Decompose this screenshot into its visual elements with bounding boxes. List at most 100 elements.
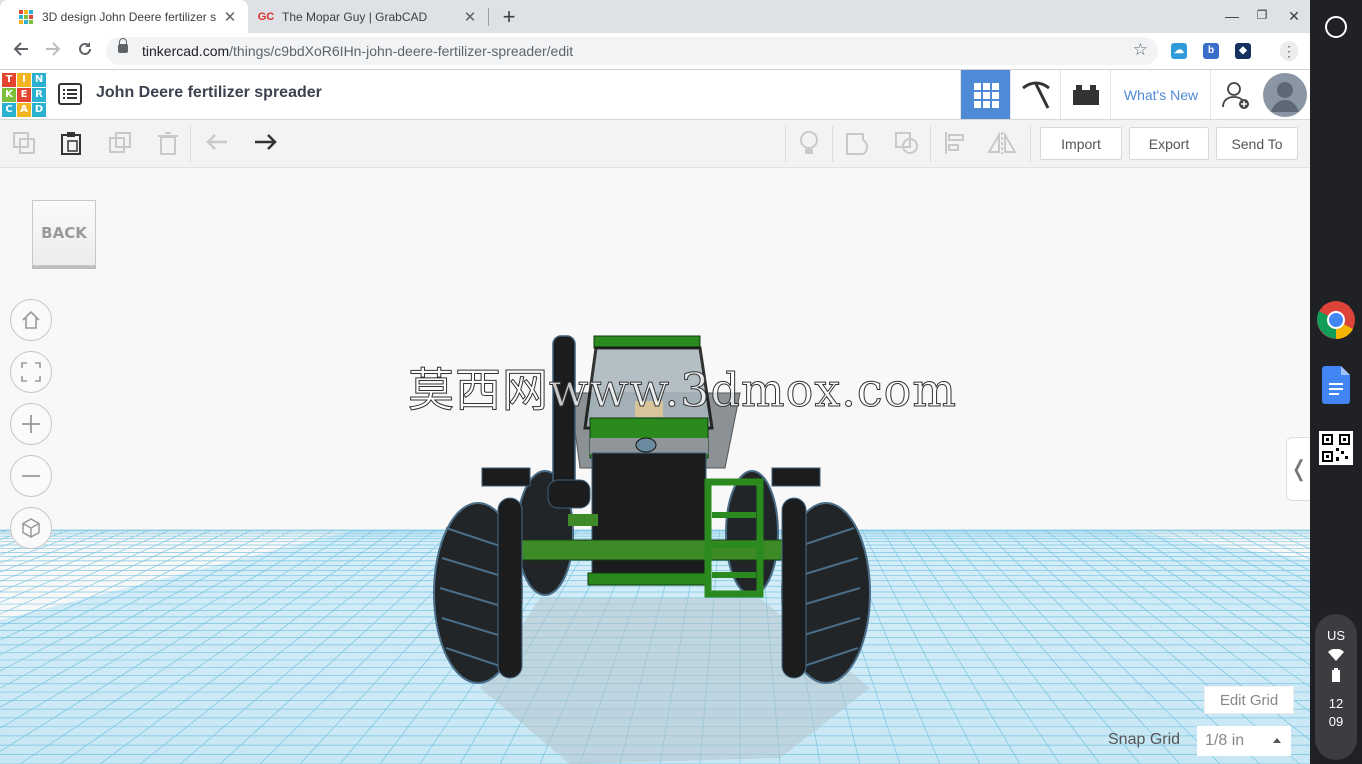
wifi-icon [1315,648,1357,664]
new-tab-button[interactable]: + [498,4,520,30]
whats-new-link[interactable]: What's New [1110,70,1211,119]
toolbar-divider [785,126,786,162]
redo-icon[interactable] [250,128,280,158]
fit-view-button[interactable] [10,351,52,393]
os-shelf: US 12 09 [1310,0,1362,764]
toolbar-divider [832,126,833,162]
send-to-button[interactable]: Send To [1216,127,1298,160]
qr-code-app-icon[interactable] [1319,431,1353,465]
logo-letter: D [32,103,46,117]
chevron-left-icon: ❬ [1289,456,1309,481]
avatar[interactable] [1260,70,1309,119]
logo-letter: E [17,88,31,102]
toolbar-divider [930,126,931,162]
fit-all-icon [21,362,41,382]
tinkercad-header: T I N K E R C A D John Deere fertilizer … [0,70,1310,120]
scene-canvas [0,335,1310,764]
bricks-view-button[interactable] [1060,70,1110,119]
extension-diamond-icon[interactable]: ◆ [1235,43,1251,59]
tab-close-icon[interactable]: ✕ [462,8,478,26]
browser-menu-icon[interactable]: ⋮ [1280,41,1298,61]
logo-letter: A [17,103,31,117]
collapse-panel-button[interactable]: ❬ [1286,437,1310,501]
address-toolbar: tinkercad.com/things/c9bdXoR6IHn-john-de… [0,33,1310,70]
delete-icon[interactable] [153,128,183,158]
minimize-icon[interactable]: — [1222,8,1242,24]
battery-icon [1315,668,1357,685]
clock-minute: 09 [1328,714,1344,729]
url-path: /things/c9bdXoR6IHn-john-deere-fertilize… [229,43,574,59]
logo-letter: C [2,103,16,117]
perspective-button[interactable] [10,507,52,549]
edit-grid-button[interactable]: Edit Grid [1204,686,1294,714]
tab-title: 3D design John Deere fertilizer s [42,9,217,24]
toolbar-divider [1030,126,1031,162]
home-icon [22,310,40,329]
invite-user-button[interactable] [1210,70,1260,119]
undo-icon[interactable] [203,128,233,158]
copy-icon[interactable] [9,128,39,158]
browser-tab-strip: 3D design John Deere fertilizer s ✕ GC T… [0,0,1310,33]
logo-letter: N [32,73,46,87]
forward-arrow-icon[interactable] [42,40,64,62]
tab-grabcad[interactable]: GC The Mopar Guy | GrabCAD ✕ [240,0,490,33]
system-tray[interactable]: US 12 09 [1315,614,1357,760]
minus-icon [22,475,40,477]
paste-icon[interactable] [56,128,86,158]
extension-b-icon[interactable]: b [1203,43,1219,59]
view-cube[interactable]: BACK [32,200,96,266]
lock-icon [118,38,128,53]
group-icon[interactable] [843,128,873,158]
grabcad-favicon-icon: GC [257,10,275,23]
workplane[interactable]: BACK 莫西网www.3dmox.com ❬ Edit Grid Snap G… [0,168,1310,764]
tab-tinkercad[interactable]: 3D design John Deere fertilizer s ✕ [0,0,248,33]
url-field[interactable]: tinkercad.com/things/c9bdXoR6IHn-john-de… [106,37,1158,65]
plus-icon [22,415,40,433]
input-locale: US [1326,628,1346,643]
bookmark-star-icon[interactable]: ☆ [1133,40,1148,60]
tab-close-icon[interactable]: ✕ [222,8,238,26]
watermark-text: 莫西网www.3dmox.com [408,363,957,418]
back-arrow-icon[interactable] [10,40,32,62]
blocks-view-button[interactable] [1010,70,1060,119]
restore-icon[interactable]: ❐ [1252,8,1272,22]
ungroup-icon[interactable] [892,128,922,158]
home-view-button[interactable] [10,299,52,341]
logo-letter: R [32,88,46,102]
edit-toolbar: Import Export Send To [0,120,1310,168]
tinkercad-logo[interactable]: T I N K E R C A D [2,73,46,117]
mirror-icon[interactable] [987,128,1017,158]
duplicate-icon[interactable] [105,128,135,158]
tab-title: The Mopar Guy | GrabCAD [282,9,428,24]
add-user-icon [1221,81,1249,109]
snap-grid-select[interactable]: 1/8 in [1197,726,1291,756]
export-button[interactable]: Export [1129,127,1209,160]
3d-view-button[interactable] [960,70,1010,119]
launcher-icon[interactable] [1325,16,1347,38]
import-button[interactable]: Import [1040,127,1122,160]
avatar-icon [1262,72,1307,117]
snap-grid-value: 1/8 in [1205,732,1245,749]
cube-icon [22,518,40,538]
logo-letter: I [17,73,31,87]
tab-divider [488,8,489,26]
close-window-icon[interactable]: ✕ [1284,8,1304,25]
caret-up-icon [1273,738,1281,743]
zoom-out-button[interactable] [10,455,52,497]
extension-cloud-icon[interactable]: ☁ [1171,43,1187,59]
logo-letter: K [2,88,16,102]
reload-icon[interactable] [74,40,96,62]
url-domain: tinkercad.com [142,43,230,59]
clock-hour: 12 [1328,696,1344,711]
google-docs-icon[interactable] [1322,366,1350,404]
zoom-in-button[interactable] [10,403,52,445]
design-title[interactable]: John Deere fertilizer spreader [96,84,322,102]
lightbulb-icon[interactable] [794,128,824,158]
chrome-app-icon[interactable] [1316,300,1356,340]
snap-grid-label: Snap Grid [1108,731,1181,748]
pickaxe-icon [1021,81,1050,109]
align-icon[interactable] [941,128,971,158]
grid-icon [973,82,999,108]
brick-icon [1072,84,1099,105]
design-list-icon[interactable] [58,83,82,105]
